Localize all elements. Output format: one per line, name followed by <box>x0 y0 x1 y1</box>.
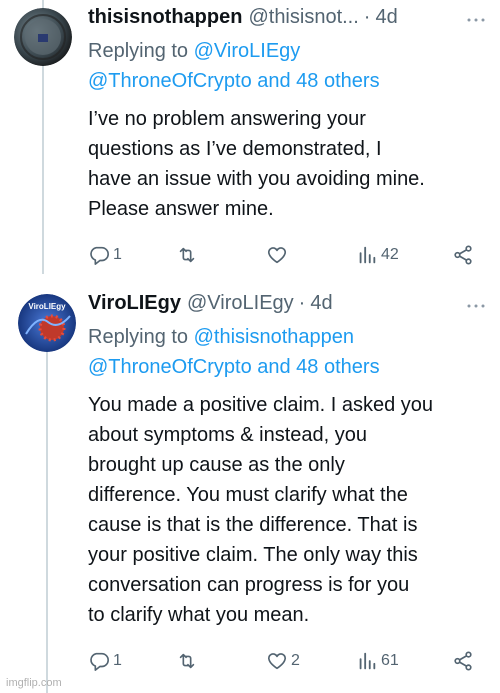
replying-to-others: @ThroneOfCrypto and 48 others <box>88 352 486 382</box>
watermark: imgflip.com <box>6 677 62 689</box>
tweet-text: You made a positive claim. I asked you a… <box>88 390 486 630</box>
tweet-text-line: I’ve no problem answering your <box>88 108 366 130</box>
avatar[interactable]: ViroLIEgy <box>18 294 76 352</box>
tweet-text-line: to clarify what you mean. <box>88 604 310 626</box>
tweet-text-line: have an issue with you avoiding mine. <box>88 168 425 190</box>
reply-button[interactable]: 1 <box>88 650 122 672</box>
tweet-actions: 1 2 61 <box>88 646 472 676</box>
reply-count: 1 <box>113 246 122 263</box>
views-count: 42 <box>381 246 399 263</box>
more-dots-icon[interactable] <box>466 292 486 315</box>
tweet-text-line: your positive claim. The only way this <box>88 544 418 566</box>
views-button[interactable]: 61 <box>356 650 399 672</box>
replying-to: Replying to @ViroLIEgy <box>88 36 486 66</box>
mention-link[interactable]: @ViroLIEgy <box>194 40 301 62</box>
views-count: 61 <box>381 652 399 669</box>
analytics-icon <box>359 652 376 670</box>
views-button[interactable]: 42 <box>356 244 399 266</box>
reply-icon <box>90 652 109 671</box>
mention-others-link[interactable]: @ThroneOfCrypto and 48 others <box>88 70 380 92</box>
tweet-text-line: about symptoms & instead, you <box>88 424 368 446</box>
retweet-icon <box>179 653 195 669</box>
timestamp[interactable]: 4d <box>375 6 397 29</box>
tweet-text-line: brought up cause as the only <box>88 454 345 476</box>
share-icon <box>454 651 472 671</box>
tweet-actions: 1 42 <box>88 240 472 270</box>
replying-to-others: @ThroneOfCrypto and 48 others <box>88 66 486 96</box>
separator-dot: · <box>298 292 306 314</box>
tweet-text-line: Please answer mine. <box>88 198 274 220</box>
retweet-button[interactable] <box>176 244 198 266</box>
retweet-icon <box>179 247 195 263</box>
tweet-virolieggy[interactable]: ViroLIEgy ViroLIEgy @ViroLIEgy · 4d Repl… <box>0 286 500 686</box>
tweet-thisisnothappen[interactable]: thisisnothappen @thisisnot... · 4d Reply… <box>0 0 500 280</box>
tweet-text-line: cause is that is the difference. That is <box>88 514 418 536</box>
avatar[interactable] <box>14 8 72 66</box>
replying-prefix: Replying to <box>88 40 194 62</box>
like-count: 2 <box>291 652 300 669</box>
mention-others-link[interactable]: @ThroneOfCrypto and 48 others <box>88 356 380 378</box>
tweet-text-line: difference. You must clarify what the <box>88 484 408 506</box>
heart-icon <box>267 653 287 670</box>
display-name[interactable]: ViroLIEgy <box>88 292 181 315</box>
like-button[interactable]: 2 <box>266 650 300 672</box>
tweet-text-line: questions as I’ve demonstrated, I <box>88 138 382 160</box>
like-button[interactable] <box>266 244 291 266</box>
reply-button[interactable]: 1 <box>88 244 122 266</box>
tweet-text: I’ve no problem answering your questions… <box>88 104 486 224</box>
reply-icon <box>90 246 109 265</box>
retweet-button[interactable] <box>176 650 198 672</box>
tweet-text-line: You made a positive claim. I asked you <box>88 394 434 416</box>
separator-dot: · <box>363 6 371 28</box>
user-handle[interactable]: @thisisnot... <box>248 6 358 29</box>
reply-count: 1 <box>113 652 122 669</box>
replying-prefix: Replying to <box>88 326 194 348</box>
mention-link[interactable]: @thisisnothappen <box>194 326 354 348</box>
tweet-text-line: conversation can progress is for you <box>88 574 410 596</box>
share-button[interactable] <box>452 650 474 672</box>
tweet-header: thisisnothappen @thisisnot... · 4d <box>88 6 486 36</box>
avatar-logo-text: ViroLIEgy <box>28 302 66 311</box>
replying-to: Replying to @thisisnothappen <box>88 322 486 352</box>
analytics-icon <box>359 246 376 264</box>
tweet-header: ViroLIEgy @ViroLIEgy · 4d <box>88 292 486 322</box>
heart-icon <box>267 247 287 264</box>
user-handle[interactable]: @ViroLIEgy <box>187 292 294 315</box>
more-dots-icon[interactable] <box>466 6 486 29</box>
share-icon <box>454 245 472 265</box>
share-button[interactable] <box>452 244 474 266</box>
timestamp[interactable]: 4d <box>310 292 332 315</box>
display-name[interactable]: thisisnothappen <box>88 6 242 29</box>
